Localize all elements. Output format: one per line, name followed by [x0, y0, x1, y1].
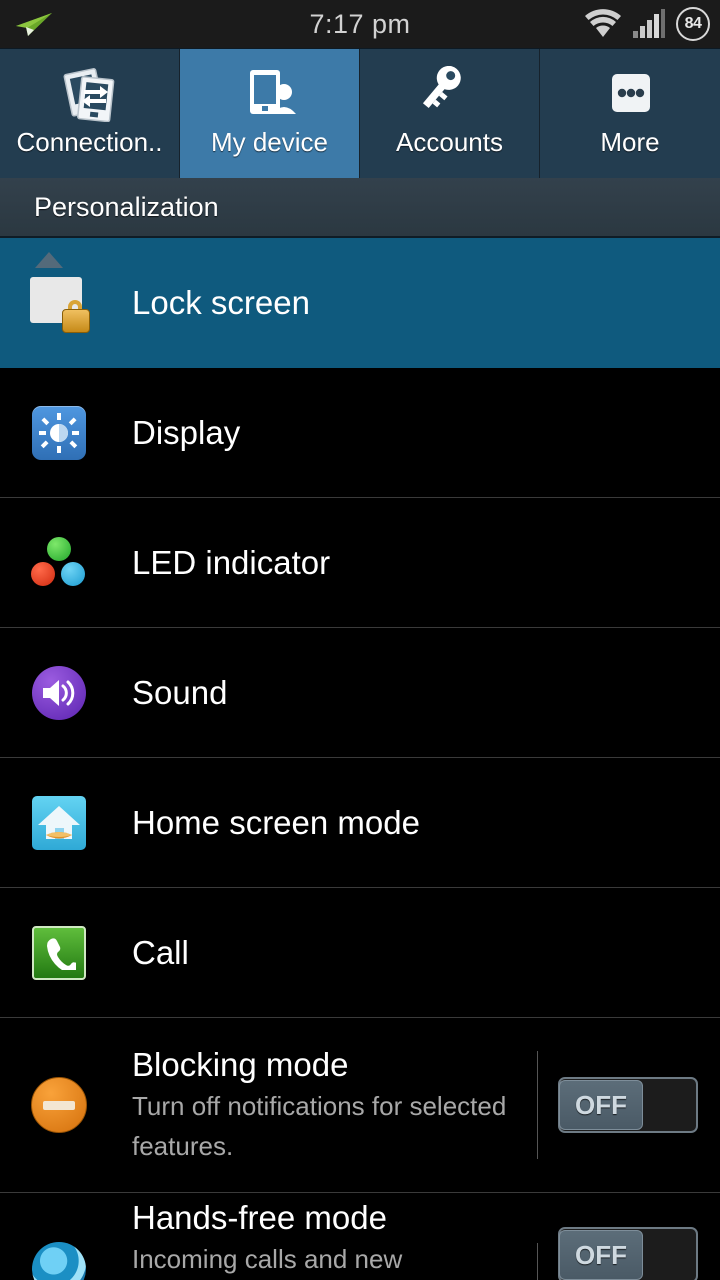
tab-label: Connection..	[16, 127, 163, 157]
toggle-knob-label: OFF	[559, 1080, 643, 1130]
tab-more[interactable]: More	[540, 49, 720, 179]
led-indicator-icon	[28, 532, 90, 594]
display-icon	[28, 402, 90, 464]
list-item-hands-free-mode[interactable]: Hands-free mode Incoming calls and new O…	[0, 1193, 720, 1280]
cellular-signal-icon	[632, 9, 666, 39]
tab-accounts[interactable]: Accounts	[360, 49, 540, 179]
settings-list: Lock screen Display LED indicator Sound …	[0, 238, 720, 1280]
hands-free-mode-toggle[interactable]: OFF	[558, 1227, 698, 1280]
status-bar: 7:17 pm 84	[0, 0, 720, 48]
list-item-title: Home screen mode	[132, 803, 420, 841]
list-item-title: Hands-free mode	[132, 1199, 387, 1236]
list-item-home-screen-mode[interactable]: Home screen mode	[0, 758, 720, 888]
more-dots-icon	[598, 63, 662, 125]
blocking-mode-toggle[interactable]: OFF	[558, 1077, 698, 1133]
sound-icon	[28, 662, 90, 724]
list-item-call[interactable]: Call	[0, 888, 720, 1018]
tab-my-device[interactable]: My device	[180, 49, 360, 179]
list-item-sound[interactable]: Sound	[0, 628, 720, 758]
list-item-display[interactable]: Display	[0, 368, 720, 498]
toggle-divider	[537, 1051, 538, 1159]
settings-tab-bar: Connection.. My device Accounts More	[0, 48, 720, 179]
key-icon	[418, 63, 482, 125]
list-item-title: Call	[132, 933, 189, 971]
tab-connections[interactable]: Connection..	[0, 49, 180, 179]
tab-label: Accounts	[396, 127, 503, 157]
lock-screen-icon	[28, 252, 90, 334]
list-item-title: LED indicator	[132, 543, 331, 581]
list-item-subtitle: Incoming calls and new	[132, 1244, 403, 1274]
tab-label: My device	[210, 127, 329, 157]
hands-free-toggle-area: OFF	[537, 1193, 720, 1280]
list-item-title: Display	[132, 413, 241, 451]
list-item-lock-screen[interactable]: Lock screen	[0, 238, 720, 368]
list-item-title: Sound	[132, 673, 228, 711]
battery-circle-icon: 84	[676, 7, 710, 41]
status-bar-indicators: 84	[584, 0, 710, 48]
section-header-label: Personalization	[34, 191, 219, 222]
blocking-mode-toggle-area: OFF	[537, 1018, 720, 1192]
home-screen-mode-icon	[28, 792, 90, 854]
my-device-icon	[238, 63, 302, 125]
tab-label: More	[600, 127, 660, 157]
call-icon	[28, 922, 90, 984]
battery-level-label: 84	[684, 15, 702, 32]
blocking-mode-icon	[28, 1074, 90, 1136]
toggle-knob-label: OFF	[559, 1230, 643, 1280]
wifi-icon	[584, 9, 622, 39]
list-item-led-indicator[interactable]: LED indicator	[0, 498, 720, 628]
list-item-subtitle: Turn off notifications for selected feat…	[132, 1091, 507, 1161]
section-header-personalization: Personalization	[0, 178, 720, 238]
hands-free-mode-icon	[28, 1238, 90, 1280]
list-item-title: Blocking mode	[132, 1046, 349, 1083]
toggle-divider	[537, 1243, 538, 1280]
connections-icon	[58, 63, 122, 125]
list-item-title: Lock screen	[132, 284, 310, 321]
list-item-blocking-mode[interactable]: Blocking mode Turn off notifications for…	[0, 1018, 720, 1193]
android-settings-screen: 7:17 pm 84 Connection.. My device Accoun…	[0, 0, 720, 1280]
